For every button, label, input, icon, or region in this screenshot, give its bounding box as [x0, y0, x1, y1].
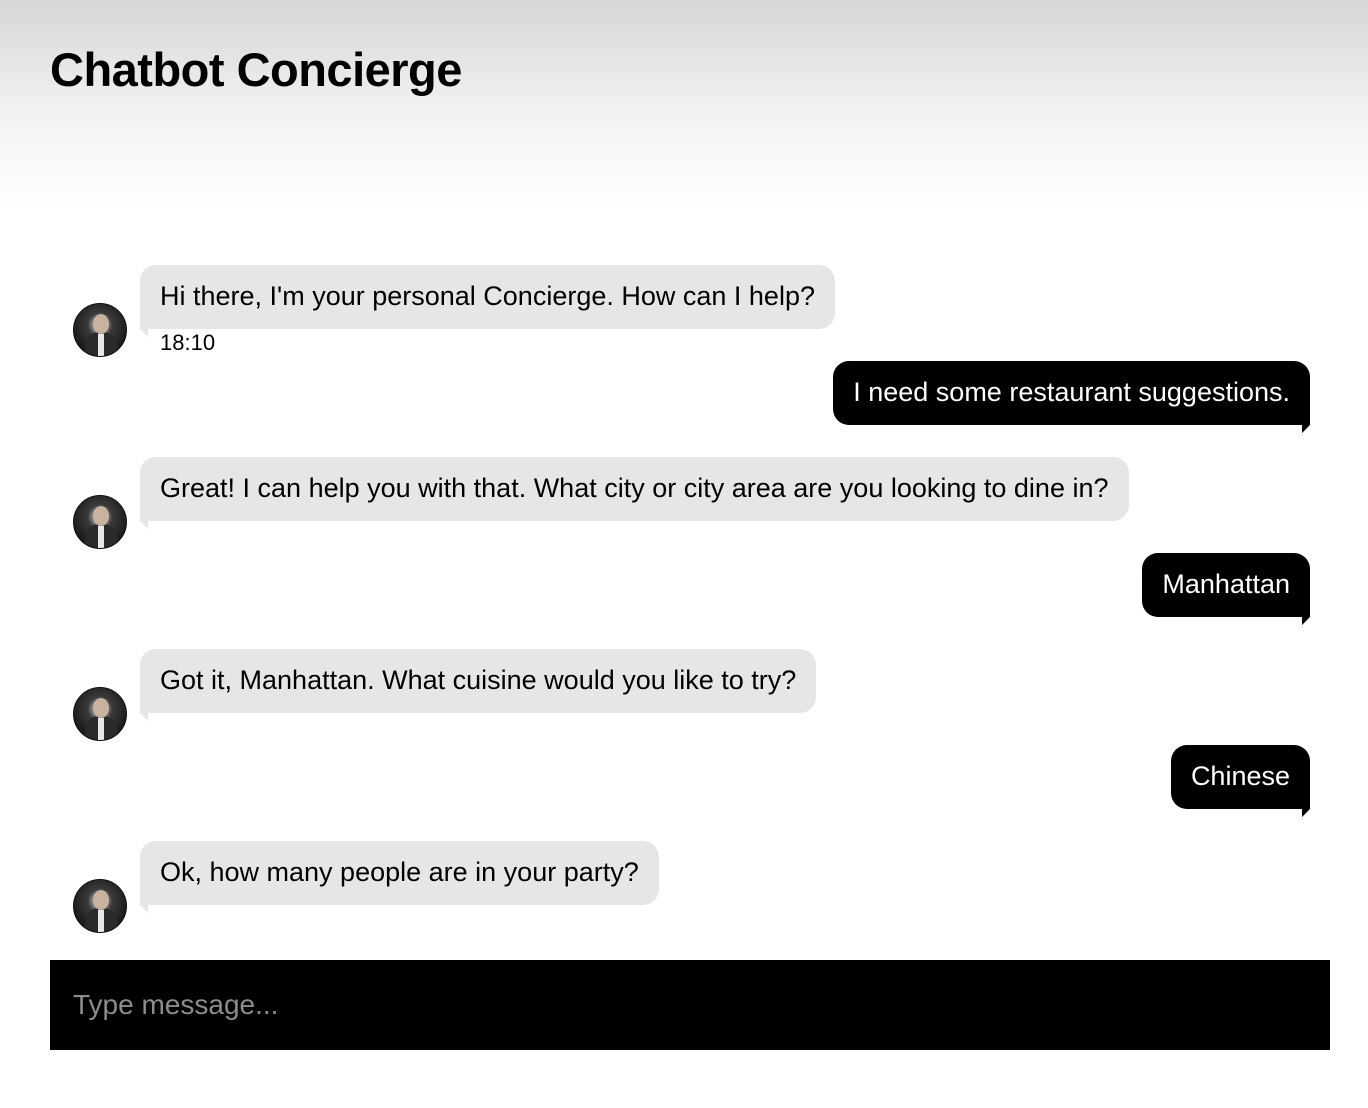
user-message-bubble: I need some restaurant suggestions.	[833, 361, 1310, 433]
bot-message: Got it, Manhattan. What cuisine would yo…	[50, 649, 1330, 745]
user-message: I need some restaurant suggestions.	[50, 361, 1330, 457]
bot-message: Great! I can help you with that. What ci…	[50, 457, 1330, 553]
user-message-bubble: Manhattan	[1142, 553, 1310, 625]
bot-message: Hi there, I'm your personal Concierge. H…	[50, 265, 1330, 361]
message-timestamp: 18:10	[160, 330, 216, 355]
message-list[interactable]: Hi there, I'm your personal Concierge. H…	[50, 265, 1330, 937]
bot-message: Ok, how many people are in your party?	[50, 841, 1330, 937]
bot-message-bubble: Got it, Manhattan. What cuisine would yo…	[140, 649, 817, 721]
page-title: Chatbot Concierge	[50, 43, 462, 96]
user-message-bubble: Chinese	[1170, 745, 1311, 817]
chat-page: Chatbot Concierge Hi there, I'm your per…	[0, 0, 1368, 1108]
user-message: Chinese	[50, 745, 1330, 841]
bot-message-bubble: Great! I can help you with that. What ci…	[140, 457, 1129, 529]
concierge-avatar	[73, 687, 127, 741]
bot-message-bubble: Ok, how many people are in your party?	[140, 841, 659, 913]
concierge-avatar	[73, 879, 127, 933]
message-input-bar	[50, 960, 1330, 1050]
concierge-avatar	[73, 495, 127, 549]
concierge-avatar	[73, 303, 127, 357]
message-input[interactable]	[50, 960, 1330, 1050]
bot-message-bubble: Hi there, I'm your personal Concierge. H…	[140, 265, 835, 337]
user-message: Manhattan	[50, 553, 1330, 649]
